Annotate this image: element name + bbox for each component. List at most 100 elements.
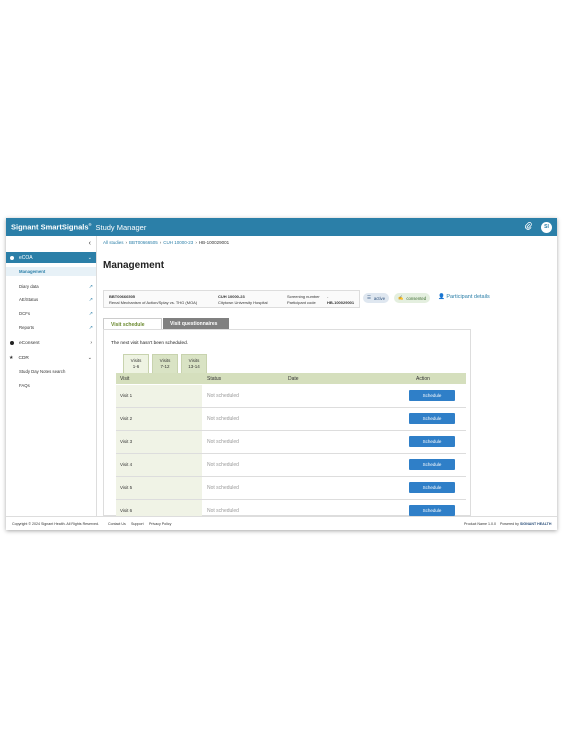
tab-label: 7-12 [160, 364, 170, 369]
participant-label: Participant code [287, 300, 316, 305]
table-row: Visit 5 Not scheduled Schedule [116, 477, 466, 500]
sidebar-item-label: eCOA [19, 254, 33, 261]
sidebar-item-econsent[interactable]: eConsent › [6, 340, 96, 346]
chevron-right-icon: › [125, 240, 128, 245]
table-row: Visit 1 Not scheduled Schedule [116, 385, 466, 408]
participant-details-link[interactable]: 👤 Participant details [438, 294, 490, 300]
status-cell: Not scheduled [207, 439, 239, 445]
status-badge: ☰ active [363, 293, 390, 303]
screening-value: - [327, 294, 329, 299]
bullet-icon [10, 341, 14, 345]
external-link-icon: ↗ [88, 284, 93, 290]
breadcrumb-site[interactable]: CUH 10000-23 [163, 240, 193, 245]
sidebar-item-faqs[interactable]: FAQs [19, 383, 95, 388]
column-header-action: Action [416, 376, 430, 382]
table-row: Visit 4 Not scheduled Schedule [116, 454, 466, 477]
top-bar: Signant SmartSignals® Study Manager SI [6, 218, 557, 236]
tab-label: Visits [130, 358, 142, 363]
sidebar-item-study-day-notes[interactable]: Study Day Notes search [19, 369, 95, 374]
external-link-icon: ↗ [88, 297, 93, 303]
brand-logo[interactable]: Signant SmartSignals® [11, 222, 91, 232]
schedule-notice: The next visit hasn't been scheduled. [111, 340, 188, 345]
chevron-down-icon: ⌄ [87, 254, 92, 261]
sidebar-item-label: AE/Status [19, 297, 39, 302]
status-cell: Not scheduled [207, 508, 239, 514]
consent-badge-label: consented [406, 295, 427, 301]
sidebar-item-label: Reports [19, 325, 35, 330]
breadcrumb-all-studies[interactable]: All studies [103, 240, 124, 245]
chevron-right-icon: › [90, 340, 92, 346]
chevron-right-icon: › [195, 240, 197, 245]
tab-label: 1-6 [132, 364, 140, 369]
star-icon: ★ [9, 355, 14, 361]
signature-icon: ✍ [398, 295, 404, 300]
participant-info-strip: BBT00666505 Renal Mechanism of Action/Sp… [103, 290, 360, 308]
table-row: Visit 2 Not scheduled Schedule [116, 408, 466, 431]
sidebar-item-label: FAQs [19, 383, 30, 388]
status-badge-label: active [373, 295, 386, 301]
visit-schedule-panel: The next visit hasn't been scheduled. Vi… [103, 329, 471, 523]
status-cell: Not scheduled [207, 462, 239, 468]
sidebar-item-reports[interactable]: Reports ↗ [19, 325, 95, 331]
site-name: Citytown University Hospital [218, 300, 268, 305]
chevron-left-icon[interactable]: ‹ [89, 240, 91, 247]
status-cell: Not scheduled [207, 393, 239, 399]
visit-cell: Visit 1 [116, 385, 202, 407]
status-cell: Not scheduled [207, 416, 239, 422]
schedule-button[interactable]: Schedule [409, 436, 455, 447]
schedule-button[interactable]: Schedule [409, 505, 455, 516]
paperclip-icon[interactable] [525, 222, 532, 232]
breadcrumb-study[interactable]: BBT00666505 [129, 240, 158, 245]
visit-cell: Visit 2 [116, 408, 202, 430]
column-header-status: Status [207, 376, 222, 382]
tab-label: Visits [188, 358, 200, 363]
visit-cell: Visit 3 [116, 431, 202, 453]
screening-label: Screening number [287, 294, 320, 299]
list-icon: ☰ [367, 295, 371, 300]
visit-cell: Visit 5 [116, 477, 202, 499]
external-link-icon: ↗ [88, 311, 93, 317]
schedule-button[interactable]: Schedule [409, 482, 455, 493]
breadcrumb-participant: HB-100029001 [198, 240, 230, 245]
sidebar-item-label: CDR [18, 355, 29, 361]
avatar[interactable]: SI [541, 221, 552, 233]
external-link-icon: ↗ [88, 325, 93, 331]
schedule-button[interactable]: Schedule [409, 413, 455, 424]
tab-visits-13-14[interactable]: Visits 13-14 [181, 354, 207, 373]
visit-cell: Visit 4 [116, 454, 202, 476]
tab-visits-1-6[interactable]: Visits 1-6 [123, 354, 149, 373]
sidebar-item-label: Study Day Notes search [19, 369, 66, 374]
support-link[interactable]: Support [131, 522, 144, 526]
table-header: Visit Status Date Action [116, 373, 466, 384]
sidebar-item-label: Diary data [19, 284, 39, 289]
sidebar-item-ae-status[interactable]: AE/Status ↗ [19, 297, 95, 303]
column-header-date: Date [288, 376, 299, 382]
app-window: Signant SmartSignals® Study Manager SI ‹… [6, 218, 557, 530]
sidebar-item-management[interactable]: Management [6, 267, 96, 276]
tab-label: Visits [159, 358, 171, 363]
sidebar-item-dcfs[interactable]: DCFs ↗ [19, 311, 95, 317]
table-row: Visit 3 Not scheduled Schedule [116, 431, 466, 454]
sidebar: ‹ eCOA ⌄ Management Diary data ↗ AE/Stat… [6, 236, 97, 516]
site-code: CUH 10000-23 [218, 294, 245, 299]
app-name: Study Manager [95, 222, 147, 232]
bullet-icon [10, 255, 14, 260]
sidebar-item-diary-data[interactable]: Diary data ↗ [19, 284, 95, 290]
person-icon: 👤 [438, 294, 445, 300]
consent-badge: ✍ consented [394, 293, 431, 303]
sidebar-item-cdr[interactable]: ★ CDR ⌄ [6, 355, 96, 361]
copyright-text: Copyright © 2024 Signant Health. All Rig… [12, 522, 99, 526]
study-code: BBT00666505 [109, 294, 136, 299]
vendor-logo: SIGNANT HEALTH [520, 522, 552, 526]
privacy-link[interactable]: Privacy Policy [149, 522, 171, 526]
participant-value: HB-100029001 [327, 300, 355, 305]
sidebar-item-label: eConsent [19, 340, 40, 346]
sidebar-item-ecoa[interactable]: eCOA ⌄ [6, 252, 96, 263]
schedule-button[interactable]: Schedule [409, 390, 455, 401]
footer: Copyright © 2024 Signant Health. All Rig… [6, 516, 557, 530]
powered-by-text: Powered by [500, 522, 519, 526]
breadcrumb: All studies › BBT00666505 › CUH 10000-23 › HB-… [103, 240, 229, 245]
schedule-button[interactable]: Schedule [409, 459, 455, 470]
contact-link[interactable]: Contact Us [108, 522, 126, 526]
tab-visits-7-12[interactable]: Visits 7-12 [152, 354, 178, 373]
